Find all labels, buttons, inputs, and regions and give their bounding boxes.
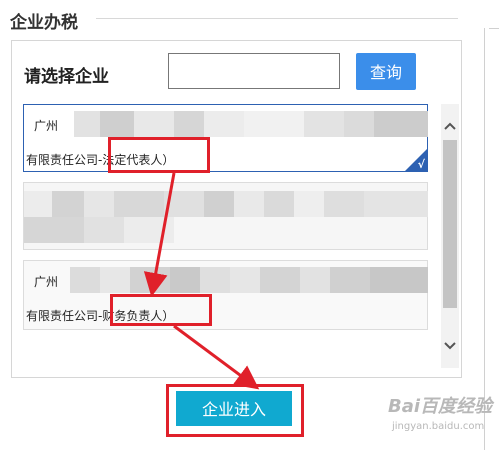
annotation-arrows [143, 172, 260, 390]
watermark-url: jingyan.baidu.com [392, 421, 485, 432]
arrow-legal-to-finance [143, 172, 176, 297]
watermark-logo: Bai百度经验 [388, 396, 493, 417]
arrow-finance-to-enter [173, 324, 260, 390]
